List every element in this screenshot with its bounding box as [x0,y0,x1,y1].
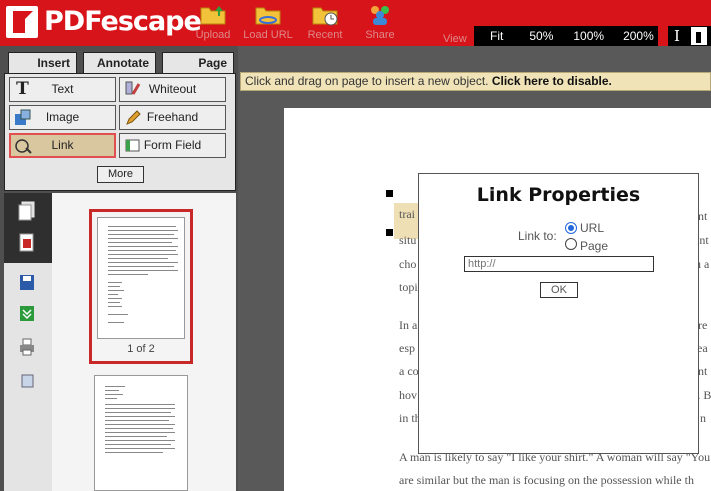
more-tools-button[interactable]: More [97,166,144,183]
cursor-tools: I [668,26,711,47]
dialog-title: Link Properties [476,184,641,206]
page-radio-label: Page [580,239,609,253]
page-thumbnail-2[interactable] [94,375,188,491]
tab-page[interactable]: Page [162,52,234,74]
link-properties-dialog: Link Properties Link to: URL Page OK [418,173,699,454]
doc-text-line: situ [399,233,417,247]
pencil-icon [126,110,141,125]
folder-clock-icon [312,7,338,26]
folder-link-icon [255,7,281,25]
freehand-tool-label: Freehand [146,110,199,124]
zoom-bar: Fit 50% 100% 200% [474,26,658,47]
insert-hint-text: Click and drag on page to insert a new o… [245,74,489,88]
print-icon[interactable] [18,337,36,357]
side-icon-bar [4,193,52,491]
page-thumbnail-1[interactable]: 1 of 2 [89,209,193,364]
link-to-label: Link to: [518,229,557,243]
zoom-100-button[interactable]: 100% [573,26,604,47]
text-cursor-icon[interactable]: I [674,28,680,44]
load-url-label: Load URL [243,29,293,41]
whiteout-tool-label: Whiteout [148,82,197,96]
upload-button[interactable]: Upload [186,4,240,44]
doc-text-line: are similar but the man is focusing on t… [399,473,694,487]
url-radio[interactable] [565,222,577,234]
left-panel: Insert Annotate Page T Text Whiteout Ima… [0,46,238,491]
doc-text-line: In a [399,318,418,332]
form-field-icon [125,139,140,152]
image-tool-button[interactable]: Image [9,105,116,130]
whiteout-brush-icon [125,81,141,95]
doc-text-line: topi [399,280,418,294]
doc-text-line: trai [399,207,415,221]
url-input[interactable] [464,256,654,272]
doc-text-line: cho [399,257,417,271]
doc-text-line: esp [399,341,415,355]
text-tool-label: Text [51,82,74,96]
link-globe-icon [15,139,32,154]
hand-cursor-icon[interactable] [691,27,707,45]
thumbnail-label: 1 of 2 [127,343,155,355]
page-radio[interactable] [565,238,577,250]
resize-handle-bottom-left[interactable] [386,229,393,236]
url-radio-label: URL [580,221,605,235]
doc-text-fragment: nt [698,209,708,223]
save-icon[interactable] [18,273,36,293]
recent-button[interactable]: Recent [298,4,352,44]
users-icon [371,6,389,25]
freehand-tool-button[interactable]: Freehand [119,105,226,130]
view-label: View [443,33,467,45]
pdf-document-icon[interactable] [18,233,36,253]
pages-icon[interactable] [18,201,36,221]
doc-text-fragment: re [698,318,708,332]
app-header: PDFescape Upload Load URL Recent Share V… [0,0,711,47]
app-logo-text: PDFescape [44,6,202,37]
doc-text-line: a co [399,364,419,378]
insert-tools-panel: T Text Whiteout Image Freehand Link Form… [4,73,236,191]
text-tool-button[interactable]: T Text [9,77,116,102]
image-tool-icon [15,109,31,125]
image-tool-label: Image [45,110,80,124]
share-label: Share [365,29,395,41]
page-settings-icon[interactable] [18,371,36,391]
ok-button[interactable]: OK [540,282,578,298]
zoom-200-button[interactable]: 200% [623,26,654,47]
load-url-button[interactable]: Load URL [241,4,295,44]
recent-label: Recent [307,29,343,41]
tab-insert[interactable]: Insert [8,52,77,74]
doc-text-fragment: n [700,411,706,425]
share-button[interactable]: Share [353,4,407,44]
logo-icon [6,6,38,38]
download-icon[interactable] [18,304,36,324]
link-tool-label: Link [51,138,74,152]
folder-upload-icon [200,6,226,25]
zoom-50-button[interactable]: 50% [529,26,553,47]
thumbnail-pane: 1 of 2 [52,193,236,491]
resize-handle-top-left[interactable] [386,190,393,197]
zoom-fit-button[interactable]: Fit [490,26,503,47]
doc-text-fragment: nt [698,364,708,378]
form-field-tool-label: Form Field [143,138,202,152]
disable-hint-link[interactable]: Click here to disable. [492,74,612,88]
upload-label: Upload [195,29,231,41]
tab-annotate[interactable]: Annotate [83,52,156,74]
insert-hint-bar: Click and drag on page to insert a new o… [240,72,711,91]
whiteout-tool-button[interactable]: Whiteout [119,77,226,102]
form-field-tool-button[interactable]: Form Field [119,133,226,158]
link-tool-button[interactable]: Link [9,133,116,158]
text-tool-icon: T [16,79,29,99]
doc-text-line: hov [399,388,417,402]
